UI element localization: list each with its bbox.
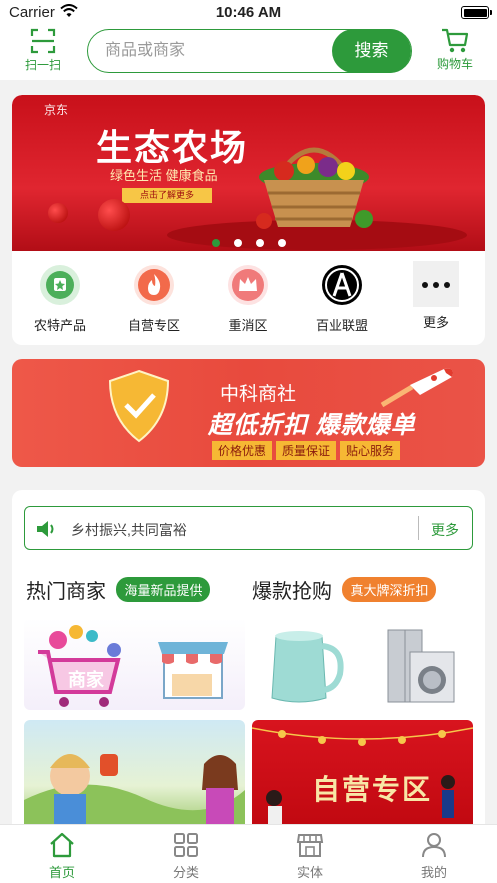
section-tag: 真大牌深折扣 xyxy=(342,577,437,602)
notice-text: 乡村振兴,共同富裕 xyxy=(71,522,187,538)
cart-label: 购物车 xyxy=(436,57,473,71)
notice-bar[interactable]: 乡村振兴,共同富裕 更多 xyxy=(24,506,473,550)
tab-label: 实体 xyxy=(296,865,323,880)
scan-icon xyxy=(30,28,56,54)
more-dots-icon xyxy=(413,261,459,307)
grid-icon xyxy=(174,833,198,857)
tab-label: 分类 xyxy=(172,865,199,880)
status-bar: Carrier 10:46 AM xyxy=(0,0,497,26)
shield-icon xyxy=(108,369,170,443)
quick-nav: 农特产品 自营专区 重消区 百业联盟 更多 xyxy=(12,261,485,335)
quick-nav-label: 重消区 xyxy=(228,318,268,333)
banner-title: 生态农场 xyxy=(96,127,249,168)
tab-category[interactable]: 分类 xyxy=(146,831,226,881)
promo-title: 中科商社 xyxy=(220,384,297,405)
search-bar[interactable]: 搜索 xyxy=(87,28,412,73)
quick-nav-alliance[interactable]: 百业联盟 xyxy=(296,265,388,334)
scan-label: 扫一扫 xyxy=(24,58,61,72)
carousel-dot[interactable] xyxy=(234,239,242,247)
cart-icon xyxy=(442,28,469,53)
crown-icon xyxy=(228,265,268,305)
user-icon xyxy=(422,833,446,858)
merchant-cart-image xyxy=(38,625,228,707)
flash-sale-tile[interactable] xyxy=(252,618,473,710)
promo-tags: 价格优惠 质量保证 贴心服务 xyxy=(212,441,404,460)
home-icon xyxy=(50,832,74,858)
fruit-basket-image xyxy=(256,147,373,229)
appliance-image xyxy=(271,629,455,703)
tab-profile[interactable]: 我的 xyxy=(394,831,474,881)
self-operated-tile[interactable]: 自营专区 xyxy=(252,720,473,830)
quick-nav-label: 自营专区 xyxy=(127,318,180,333)
search-button[interactable]: 搜索 xyxy=(332,28,411,73)
quick-nav-consumption[interactable]: 重消区 xyxy=(202,265,294,334)
farm-product-icon xyxy=(40,265,80,305)
scan-button[interactable]: 扫一扫 xyxy=(20,28,66,74)
tab-store[interactable]: 实体 xyxy=(270,831,350,881)
carousel-dot[interactable] xyxy=(212,239,220,247)
promo-tag: 贴心服务 xyxy=(340,441,401,460)
decoration-ball xyxy=(98,199,130,231)
promo-tag: 质量保证 xyxy=(276,441,337,460)
tab-label: 首页 xyxy=(48,865,75,880)
bottom-tab-bar: 首页 分类 实体 我的 xyxy=(0,824,497,883)
hot-merchants-tile[interactable]: 商家 xyxy=(24,618,245,710)
content-card: 乡村振兴,共同富裕 更多 热门商家 海量新品提供 爆款抢购 真大牌深折扣 商家 xyxy=(12,490,485,850)
notice-more-link[interactable]: 更多 xyxy=(431,520,459,540)
quick-nav-label: 更多 xyxy=(422,315,449,330)
self-operated-tile-text: 自营专区 xyxy=(312,774,433,805)
cart-button[interactable]: 购物车 xyxy=(432,28,478,74)
fire-icon xyxy=(134,265,174,305)
banner-cta[interactable]: 点击了解更多 xyxy=(122,188,212,203)
decoration-ball xyxy=(48,203,68,223)
quick-nav-more[interactable]: 更多 xyxy=(390,261,482,331)
carousel-indicator xyxy=(212,234,300,251)
search-input[interactable] xyxy=(105,39,325,63)
top-card: 京东 生态农场 绿色生活 健康食品 点击了解更多 农特产品 自营专区 重消区 百… xyxy=(12,95,485,345)
clock: 10:46 AM xyxy=(215,4,282,21)
tab-label: 我的 xyxy=(420,865,447,880)
promo-tag: 价格优惠 xyxy=(212,441,273,460)
harvest-illustration xyxy=(24,754,245,830)
battery-icon xyxy=(461,6,492,19)
quick-nav-label: 百业联盟 xyxy=(315,318,368,333)
section-tag: 海量新品提供 xyxy=(116,577,211,602)
quick-nav-self-operated[interactable]: 自营专区 xyxy=(108,265,200,334)
divider xyxy=(418,516,419,540)
carousel-dot[interactable] xyxy=(278,239,286,247)
merchant-tile-text: 商家 xyxy=(68,670,104,690)
promo-banner[interactable]: 中科商社 超低折扣 爆款爆单 价格优惠 质量保证 贴心服务 xyxy=(12,359,485,467)
alliance-logo-icon xyxy=(322,265,362,305)
section-title: 爆款抢购 xyxy=(252,581,332,603)
carousel-dot[interactable] xyxy=(256,239,264,247)
banner-subtitle: 绿色生活 健康食品 xyxy=(110,168,218,183)
rocket-icon xyxy=(380,368,453,408)
hot-merchants-header: 热门商家 海量新品提供 xyxy=(26,575,211,604)
section-title: 热门商家 xyxy=(26,581,106,603)
quick-nav-farm-products[interactable]: 农特产品 xyxy=(14,265,106,334)
banner-brand: 京东 xyxy=(44,103,69,117)
top-header: 扫一扫 搜索 购物车 xyxy=(0,26,497,80)
harvest-promo-tile[interactable] xyxy=(24,720,245,830)
banner-carousel[interactable]: 京东 生态农场 绿色生活 健康食品 点击了解更多 xyxy=(12,95,485,251)
speaker-icon xyxy=(37,521,54,537)
quick-nav-label: 农特产品 xyxy=(33,318,86,333)
tab-home[interactable]: 首页 xyxy=(22,831,102,881)
flash-sale-header: 爆款抢购 真大牌深折扣 xyxy=(252,575,437,604)
store-icon xyxy=(296,834,324,857)
